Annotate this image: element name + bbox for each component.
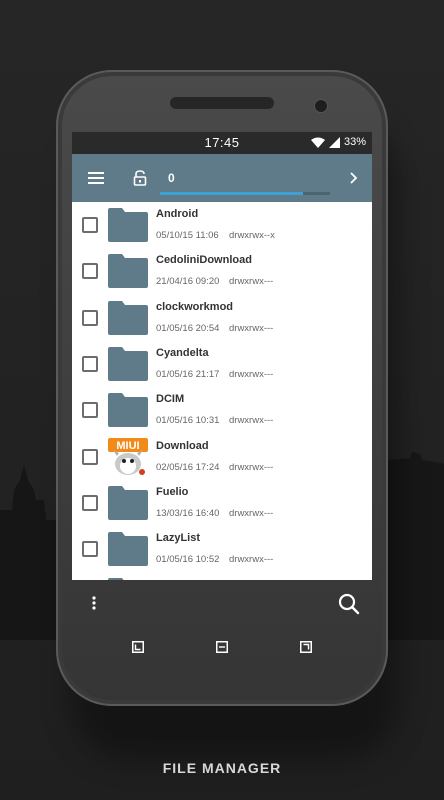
file-permissions: drwxrwx--- <box>229 369 274 380</box>
select-checkbox[interactable] <box>82 449 98 465</box>
toolbar: 0 <box>72 154 372 202</box>
file-date: 13/03/16 16:40 <box>156 508 220 519</box>
select-checkbox[interactable] <box>82 310 98 326</box>
list-item[interactable]: DCIM 01/05/16 10:31 drwxrwx--- <box>72 387 372 433</box>
chevron-right-icon[interactable] <box>342 166 366 190</box>
front-camera <box>315 100 327 112</box>
list-item[interactable]: Fuelio 13/03/16 16:40 drwxrwx--- <box>72 480 372 526</box>
file-permissions: drwxrwx--x <box>229 230 275 241</box>
file-name: Fuelio <box>156 486 189 498</box>
file-permissions: drwxrwx--- <box>229 415 274 426</box>
folder-icon <box>108 208 148 242</box>
file-date: 21/04/16 09:20 <box>156 276 220 287</box>
home-icon[interactable] <box>216 641 228 653</box>
file-date: 01/05/16 10:52 <box>156 554 220 565</box>
back-icon[interactable] <box>132 641 144 653</box>
file-name: DCIM <box>156 393 185 405</box>
file-permissions: drwxrwx--- <box>229 323 274 334</box>
more-vert-icon[interactable] <box>92 596 96 610</box>
list-item[interactable]: Android 05/10/15 11:06 drwxrwx--x <box>72 202 372 248</box>
recents-icon[interactable] <box>300 641 312 653</box>
selection-count: 0 <box>168 171 175 185</box>
select-checkbox[interactable] <box>82 541 98 557</box>
select-checkbox[interactable] <box>82 217 98 233</box>
select-checkbox[interactable] <box>82 495 98 511</box>
list-item[interactable]: Cyandelta 01/05/16 21:17 drwxrwx--- <box>72 341 372 387</box>
folder-icon <box>108 393 148 427</box>
file-permissions: drwxrwx--- <box>229 462 274 473</box>
thumbnail-label: MIUI <box>116 440 139 452</box>
folder-icon <box>108 301 148 335</box>
file-name: Cyandelta <box>156 347 209 359</box>
file-name: LazyList <box>156 532 201 544</box>
file-date: 01/05/16 21:17 <box>156 369 220 380</box>
file-date: 02/05/16 17:24 <box>156 462 220 473</box>
folder-icon <box>108 486 148 520</box>
select-checkbox[interactable] <box>82 356 98 372</box>
file-name: clockworkmod <box>156 301 234 313</box>
earpiece-speaker <box>170 97 274 109</box>
select-checkbox[interactable] <box>82 263 98 279</box>
status-bar: 17:45 33% <box>72 132 372 154</box>
file-list: Android 05/10/15 11:06 drwxrwx--x CedoliniD… <box>72 202 372 580</box>
file-date: 05/10/15 11:06 <box>156 230 219 241</box>
battery-percent: 33% <box>343 136 366 148</box>
list-item[interactable]: clockworkmod 01/05/16 20:54 drwxrwx--- <box>72 295 372 341</box>
bottom-bar <box>72 580 372 628</box>
folder-icon <box>108 532 148 566</box>
miui-thumbnail-icon: MIUI <box>106 436 150 478</box>
status-icons: 33% <box>310 136 366 148</box>
file-permissions: drwxrwx--- <box>229 276 274 287</box>
list-item[interactable]: MIUI Download 02/05/16 17:24 drwxrwx--- <box>72 434 372 480</box>
file-name: Download <box>156 440 209 452</box>
storage-progress-fill <box>160 192 303 195</box>
file-permissions: drwxrwx--- <box>229 554 274 565</box>
folder-icon <box>108 347 148 381</box>
list-item[interactable]: LazyList 01/05/16 10:52 drwxrwx--- <box>72 526 372 572</box>
list-item[interactable]: CedoliniDownload 21/04/16 09:20 drwxrwx--- <box>72 248 372 294</box>
navigation-bar <box>72 628 372 668</box>
file-name: Android <box>156 208 199 220</box>
select-checkbox[interactable] <box>82 402 98 418</box>
file-permissions: drwxrwx--- <box>229 508 274 519</box>
file-name: CedoliniDownload <box>156 254 252 266</box>
search-icon[interactable] <box>338 593 360 615</box>
file-date: 01/05/16 10:31 <box>156 415 220 426</box>
menu-icon[interactable] <box>84 166 108 190</box>
folder-icon <box>108 254 148 288</box>
file-date: 01/05/16 20:54 <box>156 323 220 334</box>
storage-progress <box>160 192 330 195</box>
caption-title: FILE MANAGER <box>162 760 282 776</box>
wifi-icon <box>310 137 325 148</box>
signal-icon <box>328 136 340 148</box>
unlock-icon[interactable] <box>128 166 152 190</box>
